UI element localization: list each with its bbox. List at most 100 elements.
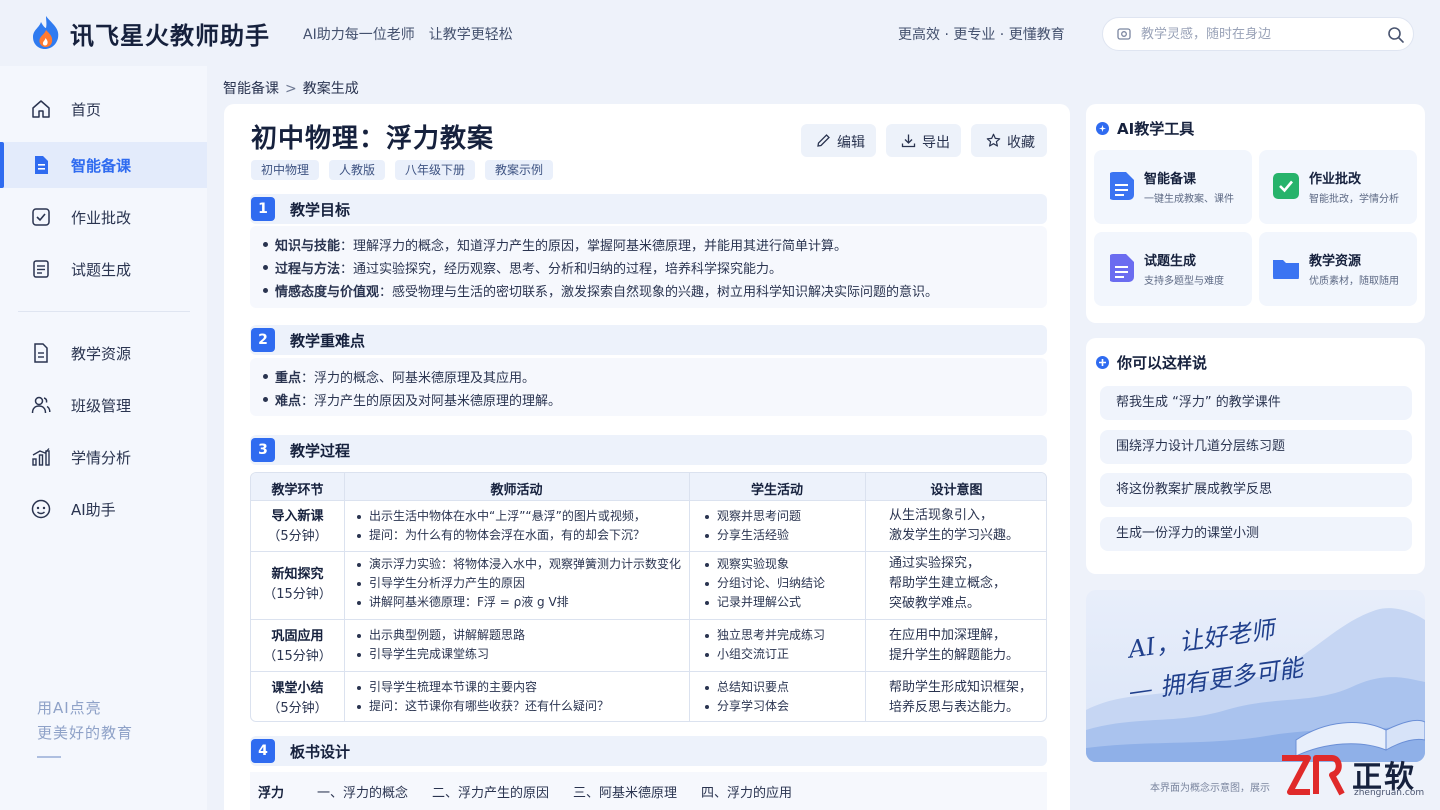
- tool-homework[interactable]: 作业批改 智能批改，学情分析: [1259, 150, 1417, 224]
- home-icon: [32, 100, 50, 118]
- stage-time: （5分钟）: [267, 529, 328, 544]
- tool-resources[interactable]: 教学资源 优质素材，随取随用: [1259, 232, 1417, 306]
- favorite-button-label: 收藏: [1007, 135, 1035, 151]
- edit-button[interactable]: 编辑: [801, 124, 876, 157]
- sidebar-item-ai-assistant[interactable]: AI助手: [0, 486, 207, 532]
- header-tagline: 更高效 · 更专业 · 更懂教育: [898, 27, 1065, 43]
- design-intent: 帮助学生形成知识框架， 培养反思与表达能力。: [889, 678, 1032, 718]
- tool-desc: 优质素材，随取随用: [1309, 276, 1399, 287]
- sidebar-item-label: AI助手: [71, 501, 116, 519]
- sidebar-item-label: 班级管理: [71, 397, 132, 415]
- sidebar-item-smart-lesson[interactable]: 智能备课: [0, 142, 207, 188]
- intent-line: 通过实验探究，: [889, 556, 981, 571]
- column-header: 教学环节: [271, 483, 324, 498]
- users-icon: [31, 396, 51, 414]
- export-button[interactable]: 导出: [886, 124, 961, 157]
- intent-line: 激发学生的学习兴趣。: [889, 528, 1020, 543]
- tool-name: 试题生成: [1144, 254, 1197, 269]
- goal-text: ：通过实验探究，经历观察、思考、分析和归纳的过程，培养科学探究能力。: [340, 262, 783, 277]
- section-header-key-points: 2 教学重难点: [250, 325, 1047, 355]
- breadcrumb: 智能备课 > 教案生成: [223, 78, 359, 98]
- panel-title-text: 你可以这样说: [1117, 354, 1208, 372]
- ai-tools-panel: AI教学工具 智能备课 一键生成教案、课件 作业批改 智能批改，学情分析 试题生…: [1086, 104, 1425, 323]
- table-row-stage: 导入新课 （5分钟）: [251, 507, 344, 547]
- top-header: 讯飞星火教师助手 AI助力每一位老师 让教学更轻松 更高效 · 更专业 · 更懂教…: [0, 0, 1440, 66]
- sidebar-item-question-gen[interactable]: 试题生成: [0, 246, 207, 292]
- panel-title-text: AI教学工具: [1117, 120, 1195, 138]
- sidebar-item-homework[interactable]: 作业批改: [0, 194, 207, 240]
- board-item: 三、阿基米德原理: [573, 786, 678, 801]
- stage-time: （15分钟）: [263, 587, 332, 602]
- table-divider: [344, 473, 345, 721]
- slogan-part-2: 让教学更轻松: [428, 27, 513, 43]
- suggestion-chip[interactable]: 生成一份浮力的课堂小测: [1100, 517, 1412, 551]
- list-item: 分享生活经验: [703, 526, 801, 545]
- sidebar-item-resources[interactable]: 教学资源: [0, 330, 207, 376]
- list-item: 提问：这节课你有哪些收获？还有什么疑问？: [355, 697, 609, 716]
- sidebar-item-class[interactable]: 班级管理: [0, 382, 207, 428]
- tag-list: 初中物理 人教版 八年级下册 教案示例: [251, 160, 563, 180]
- student-activity: 观察实验现象 分组讨论、归纳结论 记录并理解公式: [703, 555, 825, 612]
- sidebar-item-home[interactable]: 首页: [0, 86, 207, 132]
- suggestion-chip[interactable]: 围绕浮力设计几道分层练习题: [1100, 430, 1412, 464]
- teacher-activity: 出示生活中物体在水中“上浮”“悬浮”的图片或视频， 提问：为什么有的物体会浮在水…: [355, 507, 646, 545]
- watermark: 正软 zhengruan.com: [1280, 752, 1430, 802]
- section-number: 3: [251, 438, 275, 462]
- favorite-button[interactable]: 收藏: [971, 124, 1047, 157]
- key-point-item: 重点：浮力的概念、阿基米德原理及其应用。: [262, 367, 535, 386]
- intent-line: 帮助学生建立概念，: [889, 576, 1007, 591]
- list-item: 观察实验现象: [703, 555, 825, 574]
- tool-smart-lesson[interactable]: 智能备课 一键生成教案、课件: [1094, 150, 1252, 224]
- search-input[interactable]: [1141, 24, 1371, 44]
- key-point-item: 难点：浮力产生的原因及对阿基米德原理的理解。: [262, 390, 561, 409]
- design-intent: 通过实验探究， 帮助学生建立概念， 突破教学难点。: [889, 554, 1006, 614]
- list-item: 记录并理解公式: [703, 593, 825, 612]
- section-header-board: 4 板书设计: [250, 736, 1047, 766]
- stage-time: （15分钟）: [263, 649, 332, 664]
- tool-desc: 支持多题型与难度: [1144, 276, 1224, 287]
- breadcrumb-separator: >: [285, 81, 297, 97]
- section-title: 板书设计: [290, 743, 351, 761]
- sidebar-item-analysis[interactable]: 学情分析: [0, 434, 207, 480]
- goal-item: 过程与方法：通过实验探究，经历观察、思考、分析和归纳的过程，培养科学探究能力。: [262, 258, 783, 277]
- list-item: 引导学生完成课堂练习: [355, 645, 525, 664]
- download-icon: [901, 134, 916, 148]
- suggestion-chip[interactable]: 将这份教案扩展成教学反思: [1100, 473, 1412, 507]
- teacher-activity: 引导学生梳理本节课的主要内容 提问：这节课你有哪些收获？还有什么疑问？: [355, 678, 609, 716]
- tag: 八年级下册: [395, 160, 476, 180]
- resource-icon: [34, 343, 48, 363]
- search-icon[interactable]: [1387, 26, 1405, 44]
- student-activity: 观察并思考问题 分享生活经验: [703, 507, 801, 545]
- tag: 初中物理: [251, 160, 320, 180]
- board-item: 二、浮力产生的原因: [432, 786, 550, 801]
- board-label: 浮力: [258, 786, 285, 801]
- tool-question-gen[interactable]: 试题生成 支持多题型与难度: [1094, 232, 1252, 306]
- section-body-key-points: 重点：浮力的概念、阿基米德原理及其应用。 难点：浮力产生的原因及对阿基米德原理的…: [250, 358, 1047, 416]
- key-point-key: 难点: [275, 394, 302, 409]
- list-item: 观察并思考问题: [703, 507, 801, 526]
- search-box[interactable]: [1102, 17, 1414, 51]
- image-search-icon[interactable]: [1117, 27, 1131, 41]
- tool-name: 作业批改: [1309, 172, 1362, 187]
- page-title: 初中物理：浮力教案: [251, 124, 495, 154]
- goal-text: ：理解浮力的概念，知道浮力产生的原因，掌握阿基米德原理，并能用其进行简单计算。: [340, 239, 848, 254]
- tool-desc: 智能批改，学情分析: [1309, 194, 1399, 205]
- stage-name: 导入新课: [271, 509, 324, 524]
- intent-line: 提升学生的解题能力。: [889, 648, 1020, 663]
- sparkle-icon: [1096, 122, 1109, 135]
- suggestion-chip[interactable]: 帮我生成 “浮力” 的教学课件: [1100, 386, 1412, 420]
- table-divider: [865, 473, 866, 721]
- sidebar-item-label: 教学资源: [71, 345, 132, 363]
- list-item: 讲解阿基米德原理：F浮 = ρ液 g V排: [355, 593, 681, 612]
- goal-key: 情感态度与价值观: [275, 285, 380, 300]
- section-header-process: 3 教学过程: [250, 435, 1047, 465]
- sidebar-divider: [18, 311, 190, 312]
- sidebar-slogan-line-1: 用AI点亮: [37, 699, 102, 717]
- table-divider: [251, 619, 1046, 620]
- table-row-stage: 新知探究 （15分钟）: [251, 565, 344, 605]
- table-divider: [251, 551, 1046, 552]
- column-header: 学生活动: [750, 483, 803, 498]
- flame-logo-icon: [33, 16, 59, 49]
- breadcrumb-parent[interactable]: 智能备课: [223, 81, 279, 97]
- table-row-stage: 巩固应用 （15分钟）: [251, 627, 344, 667]
